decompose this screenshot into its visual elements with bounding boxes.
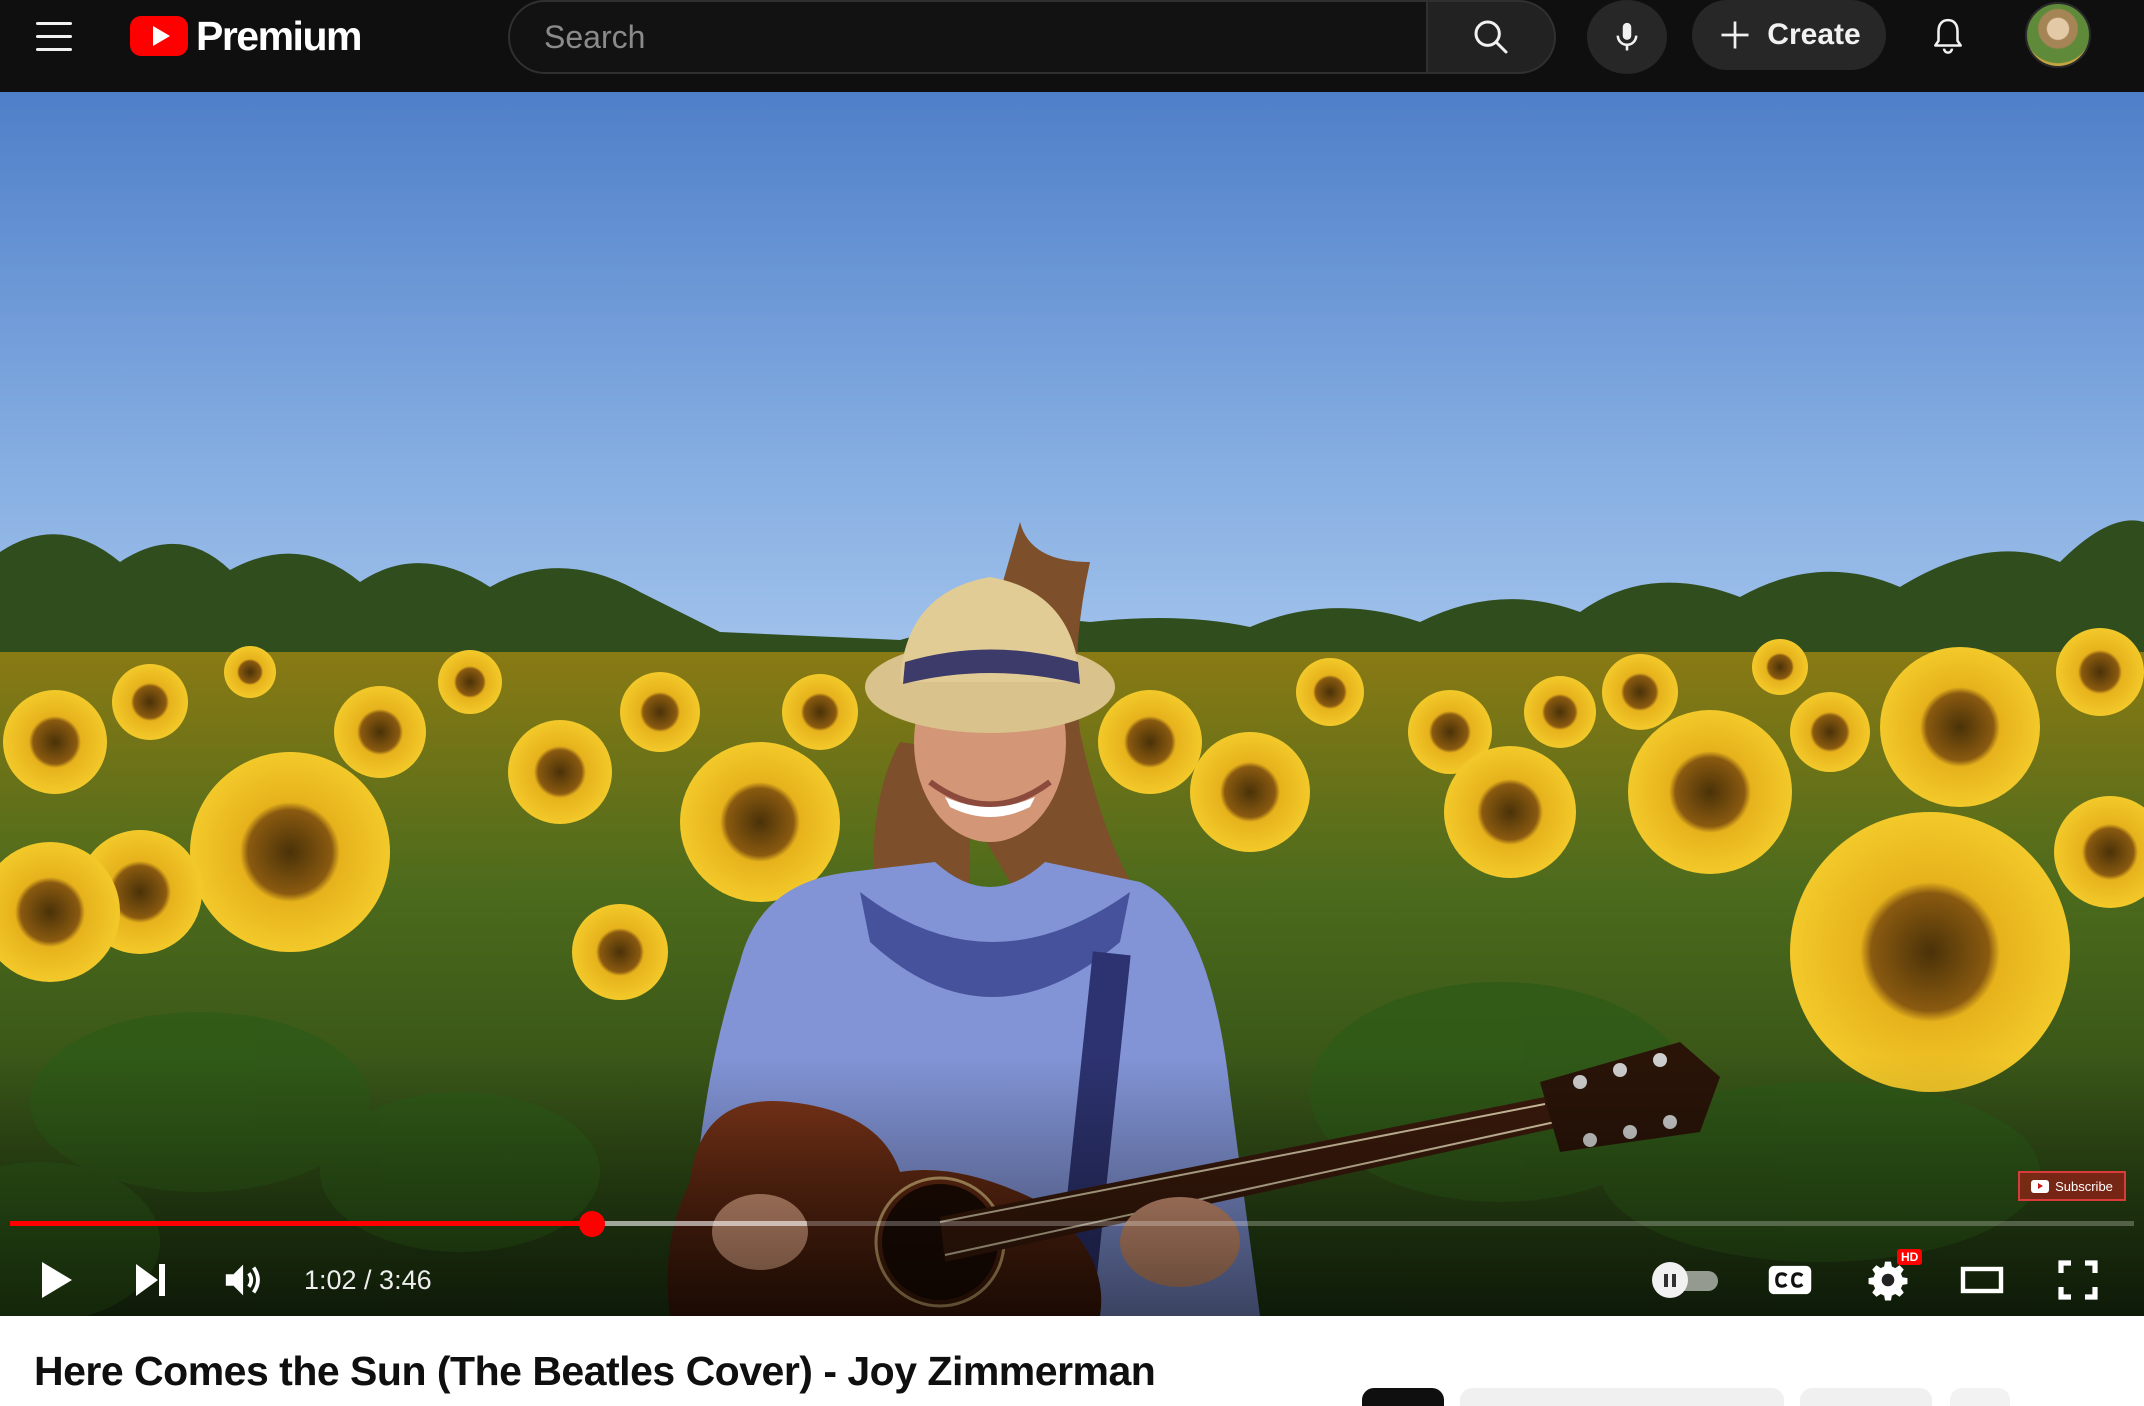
progress-scrubber-handle[interactable] <box>578 1211 605 1237</box>
avatar[interactable] <box>2025 2 2091 68</box>
create-button[interactable]: Create <box>1692 0 1886 70</box>
settings-icon <box>1868 1261 1908 1301</box>
captions-button[interactable] <box>1758 1248 1822 1312</box>
fullscreen-icon <box>2058 1260 2098 1300</box>
chip[interactable] <box>1950 1388 2010 1406</box>
chip-active[interactable] <box>1362 1388 1444 1406</box>
youtube-premium-logo[interactable]: Premium <box>130 12 362 59</box>
plus-icon <box>1721 21 1749 49</box>
youtube-play-logo-icon <box>130 16 188 56</box>
volume-icon <box>225 1264 260 1296</box>
theater-mode-button[interactable] <box>1950 1248 2014 1312</box>
search-input[interactable] <box>544 18 1426 56</box>
subscribe-watermark-label: Subscribe <box>2055 1178 2113 1194</box>
chip[interactable] <box>1800 1388 1932 1406</box>
video-player[interactable]: Subscribe 1:02 / 3:46 HD <box>0 92 2144 1316</box>
search-box[interactable] <box>508 0 1428 74</box>
autoplay-toggle[interactable] <box>1652 1262 1718 1298</box>
fullscreen-button[interactable] <box>2046 1248 2110 1312</box>
video-title: Here Comes the Sun (The Beatles Cover) -… <box>34 1348 1156 1394</box>
microphone-icon <box>1616 22 1638 51</box>
logo-text: Premium <box>196 12 362 59</box>
progress-bar[interactable] <box>10 1211 2134 1237</box>
hd-quality-badge: HD <box>1897 1249 1923 1265</box>
play-icon <box>42 1262 72 1298</box>
theater-mode-icon <box>1960 1266 2004 1294</box>
progress-played <box>10 1221 592 1226</box>
subscribe-watermark[interactable]: Subscribe <box>2018 1171 2126 1201</box>
next-button[interactable] <box>118 1248 182 1312</box>
voice-search-button[interactable] <box>1587 0 1667 74</box>
chip[interactable] <box>1460 1388 1784 1406</box>
captions-icon <box>1768 1265 1812 1295</box>
create-label: Create <box>1767 18 1861 51</box>
youtube-mini-logo-icon <box>2031 1179 2050 1193</box>
search-icon <box>1474 20 1508 54</box>
volume-button[interactable] <box>210 1248 280 1312</box>
time-display: 1:02 / 3:46 <box>304 1258 432 1302</box>
pause-icon <box>1652 1262 1688 1298</box>
time-current-duration: 1:02 / 3:46 <box>304 1264 432 1295</box>
search-button[interactable] <box>1428 0 1556 74</box>
next-icon <box>136 1264 165 1296</box>
masthead: Premium Create <box>0 0 2144 92</box>
notifications-button[interactable] <box>1918 6 1978 66</box>
hamburger-menu-icon[interactable] <box>36 14 80 58</box>
play-button[interactable] <box>24 1248 88 1312</box>
bell-icon <box>1934 18 1962 54</box>
